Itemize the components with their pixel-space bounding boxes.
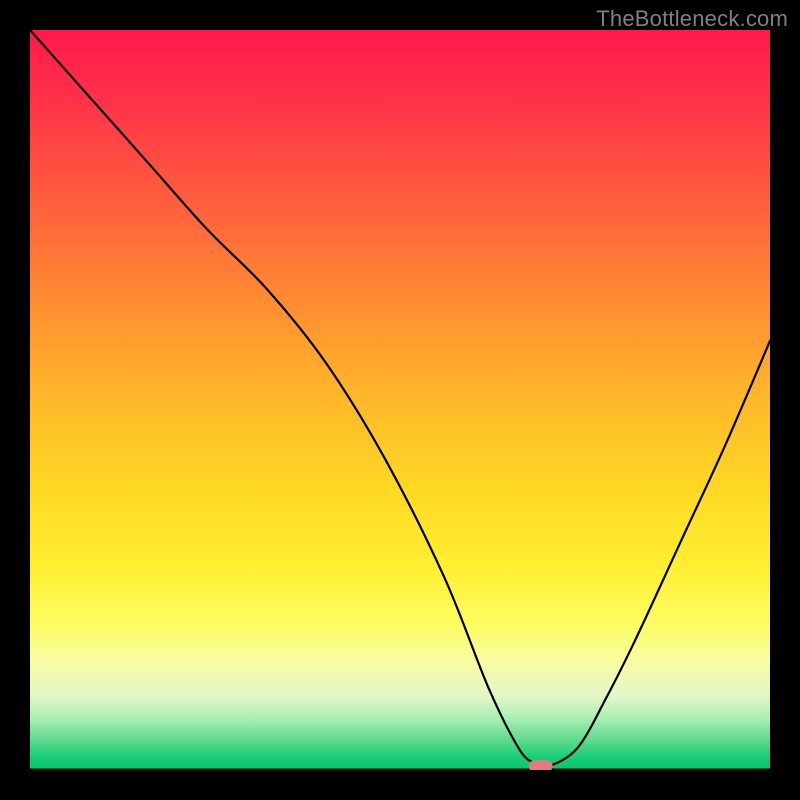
optimal-marker [529,760,553,770]
watermark-text: TheBottleneck.com [596,6,788,32]
chart-svg [30,30,770,770]
bottleneck-curve [30,30,770,767]
plot-area [30,30,770,770]
chart-frame: TheBottleneck.com [0,0,800,800]
